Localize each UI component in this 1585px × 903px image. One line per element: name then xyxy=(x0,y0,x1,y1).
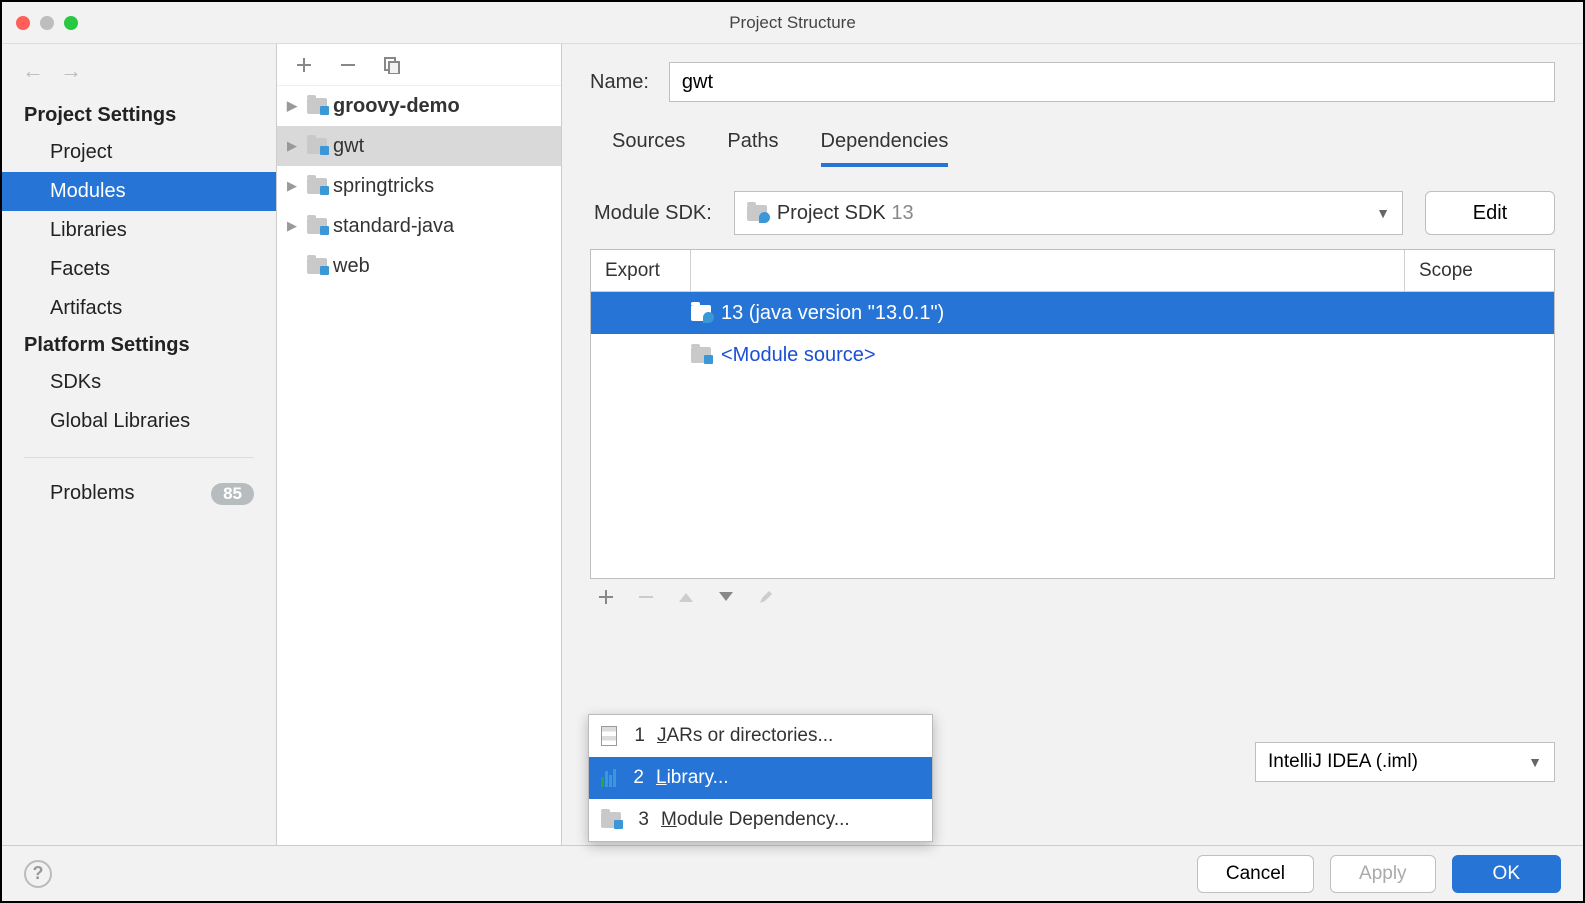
add-module-button[interactable] xyxy=(295,56,313,74)
tree-item-web[interactable]: web xyxy=(277,246,561,286)
tree-item-label: standard-java xyxy=(333,215,454,238)
module-folder-icon xyxy=(307,218,327,234)
sidebar-item-libraries[interactable]: Libraries xyxy=(2,211,276,250)
window-title: Project Structure xyxy=(729,13,856,33)
help-button[interactable]: ? xyxy=(24,860,52,888)
folder-icon xyxy=(691,347,711,363)
move-down-button[interactable] xyxy=(718,591,734,603)
jdk-folder-icon xyxy=(747,205,767,221)
popup-item-library[interactable]: 2 Library... xyxy=(589,757,932,799)
sidebar-item-artifacts[interactable]: Artifacts xyxy=(2,289,276,328)
close-window-button[interactable] xyxy=(16,16,30,30)
ok-button[interactable]: OK xyxy=(1452,855,1561,893)
storage-format-select[interactable]: IntelliJ IDEA (.iml) ▼ xyxy=(1255,742,1555,782)
sdk-value-version: 13 xyxy=(891,202,913,224)
sidebar-item-problems[interactable]: Problems 85 xyxy=(2,474,276,513)
apply-button[interactable]: Apply xyxy=(1330,855,1436,893)
chevron-down-icon: ▼ xyxy=(1376,205,1390,221)
tree-item-label: web xyxy=(333,255,370,278)
module-folder-icon xyxy=(307,98,327,114)
jdk-folder-icon xyxy=(691,305,711,321)
module-sdk-label: Module SDK: xyxy=(594,202,712,225)
th-export[interactable]: Export xyxy=(591,250,691,291)
tree-toolbar xyxy=(277,44,561,86)
module-folder-icon xyxy=(307,138,327,154)
sidebar-divider xyxy=(24,457,254,458)
library-icon xyxy=(601,769,616,787)
cancel-button[interactable]: Cancel xyxy=(1197,855,1314,893)
tab-sources[interactable]: Sources xyxy=(612,130,685,167)
nav-forward-button[interactable]: → xyxy=(60,58,82,84)
remove-module-button[interactable] xyxy=(339,56,357,74)
tree-item-groovy-demo[interactable]: ▶ groovy-demo xyxy=(277,86,561,126)
chevron-down-icon: ▼ xyxy=(1528,754,1542,770)
tree-item-standard-java[interactable]: ▶ standard-java xyxy=(277,206,561,246)
remove-dependency-button[interactable] xyxy=(638,589,654,605)
sidebar-item-modules[interactable]: Modules xyxy=(2,172,276,211)
module-folder-icon xyxy=(307,258,327,274)
name-label: Name: xyxy=(590,71,649,94)
expand-icon: ▶ xyxy=(287,218,301,234)
popup-item-module-dependency[interactable]: 3 Module Dependency... xyxy=(589,799,932,841)
sidebar-item-facets[interactable]: Facets xyxy=(2,250,276,289)
dep-row-label: 13 (java version "13.0.1") xyxy=(721,302,944,325)
dependencies-table: Export Scope 13 (java version "13.0.1") … xyxy=(590,249,1555,579)
module-folder-icon xyxy=(307,178,327,194)
dep-row-module-source[interactable]: <Module source> xyxy=(591,334,1554,376)
problems-count-badge: 85 xyxy=(211,483,254,505)
table-header: Export Scope xyxy=(591,250,1554,292)
problems-label: Problems xyxy=(50,482,134,505)
dep-row-label: <Module source> xyxy=(721,344,876,367)
module-tabs: Sources Paths Dependencies xyxy=(590,130,1555,167)
tab-paths[interactable]: Paths xyxy=(727,130,778,167)
popup-item-jars[interactable]: 1 JARs or directories... xyxy=(589,715,932,757)
titlebar: Project Structure xyxy=(2,2,1583,44)
tree-item-springtricks[interactable]: ▶ springtricks xyxy=(277,166,561,206)
expand-icon: ▶ xyxy=(287,178,301,194)
move-up-button[interactable] xyxy=(678,591,694,603)
dialog-footer: ? Cancel Apply OK xyxy=(2,845,1583,901)
format-value: IntelliJ IDEA (.iml) xyxy=(1268,751,1418,773)
tree-item-label: springtricks xyxy=(333,175,434,198)
dependencies-actions xyxy=(590,579,1555,605)
module-folder-icon xyxy=(601,812,621,828)
popup-item-label: Module Dependency... xyxy=(661,809,850,831)
platform-settings-header: Platform Settings xyxy=(2,328,276,363)
copy-module-button[interactable] xyxy=(383,56,401,74)
sidebar-item-global-libraries[interactable]: Global Libraries xyxy=(2,402,276,441)
popup-item-label: Library... xyxy=(656,767,729,789)
tree-item-label: gwt xyxy=(333,135,364,158)
module-tree-panel: ▶ groovy-demo ▶ gwt ▶ springtricks ▶ standar… xyxy=(277,44,562,845)
add-dependency-popup: 1 JARs or directories... 2 Library... 3 … xyxy=(588,714,933,842)
expand-icon: ▶ xyxy=(287,98,301,114)
nav-back-button[interactable]: ← xyxy=(22,58,44,84)
popup-item-label: JARs or directories... xyxy=(657,725,833,747)
edit-dependency-button[interactable] xyxy=(758,589,774,605)
module-name-input[interactable] xyxy=(669,62,1555,102)
add-dependency-button[interactable] xyxy=(598,589,614,605)
dep-row-jdk[interactable]: 13 (java version "13.0.1") xyxy=(591,292,1554,334)
minimize-window-button xyxy=(40,16,54,30)
traffic-lights xyxy=(16,16,78,30)
th-scope[interactable]: Scope xyxy=(1404,250,1554,291)
sidebar-item-project[interactable]: Project xyxy=(2,133,276,172)
sdk-value-name: Project SDK xyxy=(777,202,886,224)
sidebar-item-sdks[interactable]: SDKs xyxy=(2,363,276,402)
archive-icon xyxy=(601,726,617,746)
project-settings-header: Project Settings xyxy=(2,98,276,133)
tree-item-gwt[interactable]: ▶ gwt xyxy=(277,126,561,166)
sidebar: ← → Project Settings Project Modules Lib… xyxy=(2,44,277,845)
zoom-window-button[interactable] xyxy=(64,16,78,30)
module-sdk-select[interactable]: Project SDK 13 ▼ xyxy=(734,191,1403,235)
tab-dependencies[interactable]: Dependencies xyxy=(821,130,949,167)
tree-item-label: groovy-demo xyxy=(333,95,460,118)
expand-icon: ▶ xyxy=(287,138,301,154)
edit-sdk-button[interactable]: Edit xyxy=(1425,191,1555,235)
